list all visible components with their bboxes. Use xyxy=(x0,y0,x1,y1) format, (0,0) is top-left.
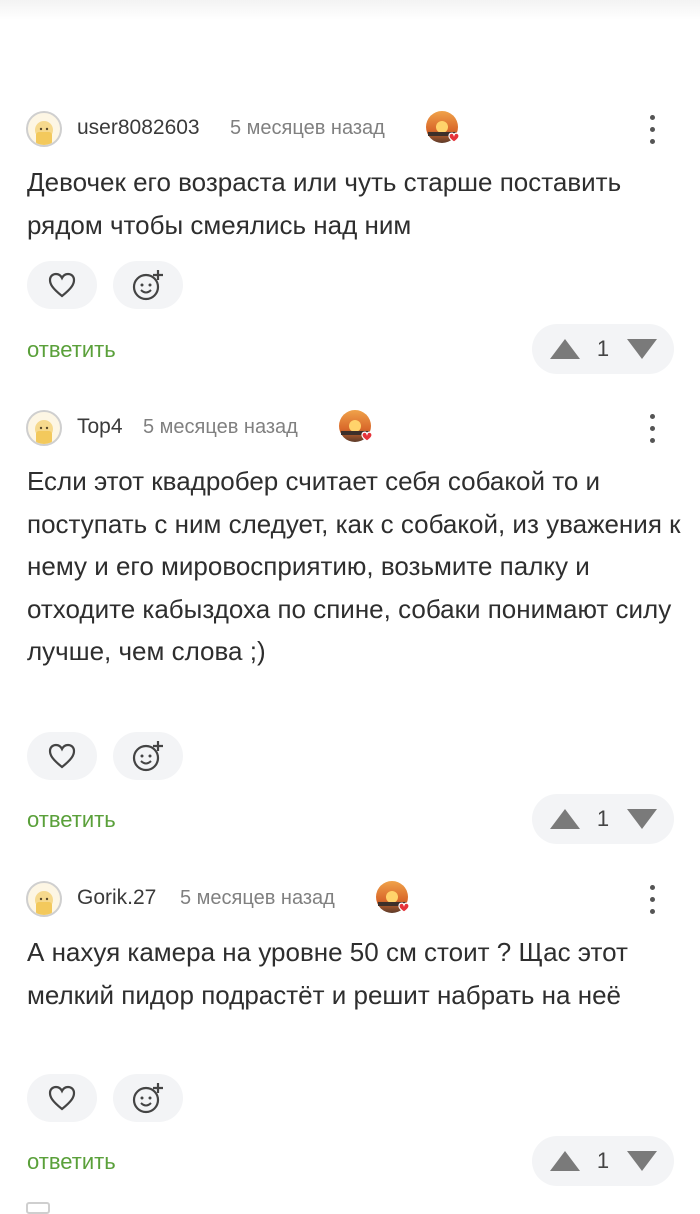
sunset-heart-badge-icon[interactable] xyxy=(425,110,463,148)
timestamp: 5 месяцев назад xyxy=(180,887,335,909)
reaction-button[interactable] xyxy=(113,732,183,780)
add-emoji-icon xyxy=(132,270,163,301)
rating-control: 1 xyxy=(532,1136,674,1186)
add-emoji-icon xyxy=(132,1083,163,1114)
comment-header: Gorik.27 5 месяцев назад xyxy=(0,875,700,921)
avatar[interactable] xyxy=(26,881,62,917)
rating-count: 1 xyxy=(596,336,610,361)
comment-text: Девочек его возраста или чуть старше пос… xyxy=(27,167,622,240)
reply-link[interactable]: ответить xyxy=(27,807,116,833)
default-avatar-icon xyxy=(35,891,53,915)
default-avatar-icon xyxy=(35,121,53,145)
avatar[interactable] xyxy=(26,111,62,147)
triangle-up-icon[interactable] xyxy=(549,808,581,830)
reply-link[interactable]: ответить xyxy=(27,1149,116,1175)
default-avatar-icon xyxy=(35,420,53,444)
comment-text: Если этот квадробер считает себя собакой… xyxy=(27,466,681,666)
sunset-heart-badge-icon[interactable] xyxy=(375,880,413,918)
like-button[interactable] xyxy=(27,261,97,309)
username[interactable]: Top4 xyxy=(77,415,123,439)
reply-link[interactable]: ответить xyxy=(27,337,116,363)
add-emoji-icon xyxy=(132,741,163,772)
rating-control: 1 xyxy=(532,794,674,844)
next-comment-avatar-edge xyxy=(26,1202,50,1214)
comment-header: user8082603 5 месяцев назад xyxy=(0,105,700,151)
comment: Top4 5 месяцев назад Если этот квадробер… xyxy=(0,404,700,844)
username[interactable]: user8082603 xyxy=(77,116,200,140)
heart-icon xyxy=(48,272,76,298)
top-shadow xyxy=(0,0,700,20)
heart-icon xyxy=(48,1085,76,1111)
username[interactable]: Gorik.27 xyxy=(77,886,156,910)
reaction-button[interactable] xyxy=(113,261,183,309)
comment-header: Top4 5 месяцев назад xyxy=(0,404,700,450)
timestamp: 5 месяцев назад xyxy=(143,416,298,438)
more-vertical-icon[interactable] xyxy=(638,111,666,147)
heart-icon xyxy=(48,743,76,769)
comment: Gorik.27 5 месяцев назад А нахуя камера … xyxy=(0,875,700,1186)
sunset-heart-badge-icon[interactable] xyxy=(338,409,376,447)
triangle-down-icon[interactable] xyxy=(626,808,658,830)
rating-control: 1 xyxy=(532,324,674,374)
triangle-down-icon[interactable] xyxy=(626,338,658,360)
triangle-up-icon[interactable] xyxy=(549,338,581,360)
comment: user8082603 5 месяцев назад Девочек его … xyxy=(0,105,700,374)
rating-count: 1 xyxy=(596,1148,610,1173)
more-vertical-icon[interactable] xyxy=(638,410,666,446)
more-vertical-icon[interactable] xyxy=(638,881,666,917)
rating-count: 1 xyxy=(596,806,610,831)
timestamp: 5 месяцев назад xyxy=(230,117,385,139)
comment-text: А нахуя камера на уровне 50 см стоит ? Щ… xyxy=(27,937,628,1010)
reaction-button[interactable] xyxy=(113,1074,183,1122)
triangle-up-icon[interactable] xyxy=(549,1150,581,1172)
like-button[interactable] xyxy=(27,732,97,780)
triangle-down-icon[interactable] xyxy=(626,1150,658,1172)
avatar[interactable] xyxy=(26,410,62,446)
like-button[interactable] xyxy=(27,1074,97,1122)
